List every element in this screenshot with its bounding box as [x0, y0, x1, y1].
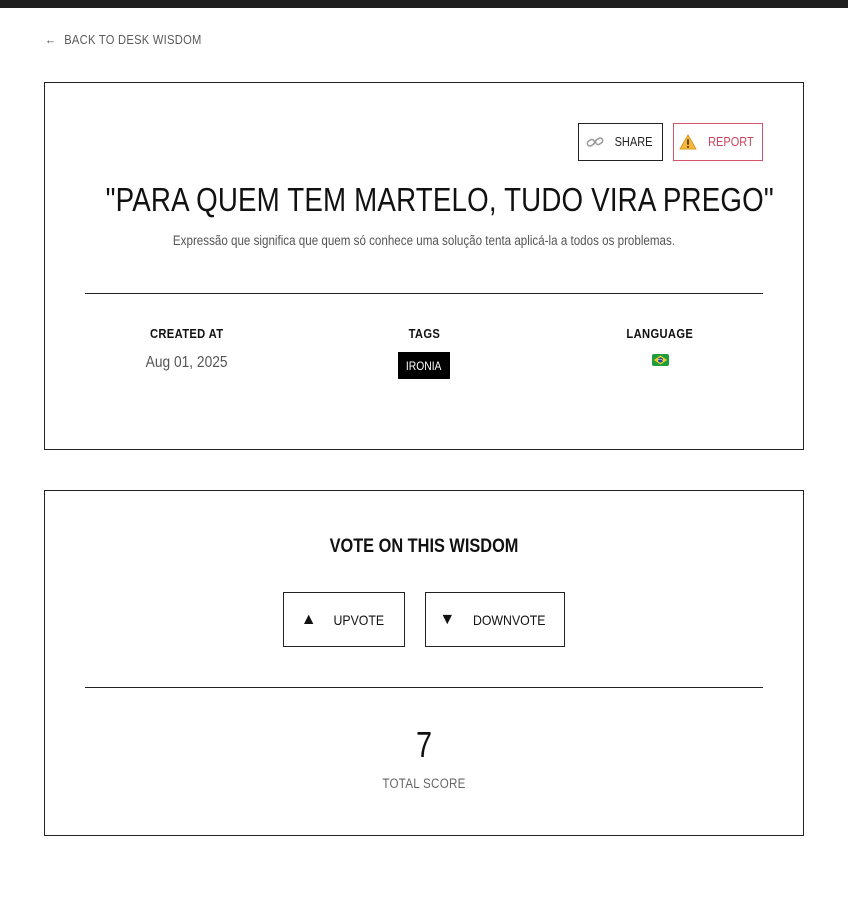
- meta-created-at: CREATED AT Aug 01, 2025: [87, 326, 287, 372]
- downvote-button[interactable]: ▼ DOWNVOTE: [425, 592, 565, 647]
- link-icon: [586, 137, 604, 147]
- upvote-button[interactable]: ▲ UPVOTE: [283, 592, 405, 647]
- arrow-left-icon: ←: [45, 32, 57, 47]
- meta-tags: TAGS IRONIA: [324, 326, 524, 379]
- language-label: LANGUAGE: [626, 326, 694, 341]
- upvote-label: UPVOTE: [333, 611, 384, 628]
- wisdom-card: SHARE REPORT "PARA QUEM TEM MARTELO, TUD…: [44, 82, 804, 450]
- back-to-desk-wisdom-link[interactable]: ← BACK TO DESK WISDOM: [45, 32, 202, 47]
- triangle-up-icon: ▲: [300, 610, 317, 628]
- tag-label: IRONIA: [406, 358, 442, 373]
- tags-label: TAGS: [408, 326, 440, 341]
- wisdom-description: Expressão que significa que quem só conh…: [172, 233, 676, 248]
- created-at-value: Aug 01, 2025: [146, 354, 228, 371]
- vote-card: VOTE ON THIS WISDOM ▲ UPVOTE ▼ DOWNVOTE …: [44, 490, 804, 836]
- vote-title: VOTE ON THIS WISDOM: [329, 536, 519, 557]
- back-link-label: BACK TO DESK WISDOM: [64, 32, 202, 47]
- top-bar: [0, 0, 848, 8]
- triangle-down-icon: ▼: [439, 610, 456, 628]
- warning-icon: [679, 134, 697, 150]
- report-label: REPORT: [708, 135, 754, 149]
- created-at-label: CREATED AT: [150, 326, 224, 341]
- downvote-label: DOWNVOTE: [473, 611, 546, 628]
- divider: [85, 687, 763, 688]
- tag-chip-ironia[interactable]: IRONIA: [398, 352, 450, 379]
- meta-language: LANGUAGE: [560, 326, 760, 366]
- total-score-value: 7: [415, 724, 433, 765]
- share-label: SHARE: [614, 135, 653, 149]
- share-button[interactable]: SHARE: [578, 123, 663, 161]
- divider: [85, 293, 763, 294]
- brazil-flag-icon: [651, 354, 669, 366]
- wisdom-title: "PARA QUEM TEM MARTELO, TUDO VIRA PREGO": [105, 181, 774, 218]
- total-score-label: TOTAL SCORE: [382, 776, 466, 791]
- report-button[interactable]: REPORT: [673, 123, 763, 161]
